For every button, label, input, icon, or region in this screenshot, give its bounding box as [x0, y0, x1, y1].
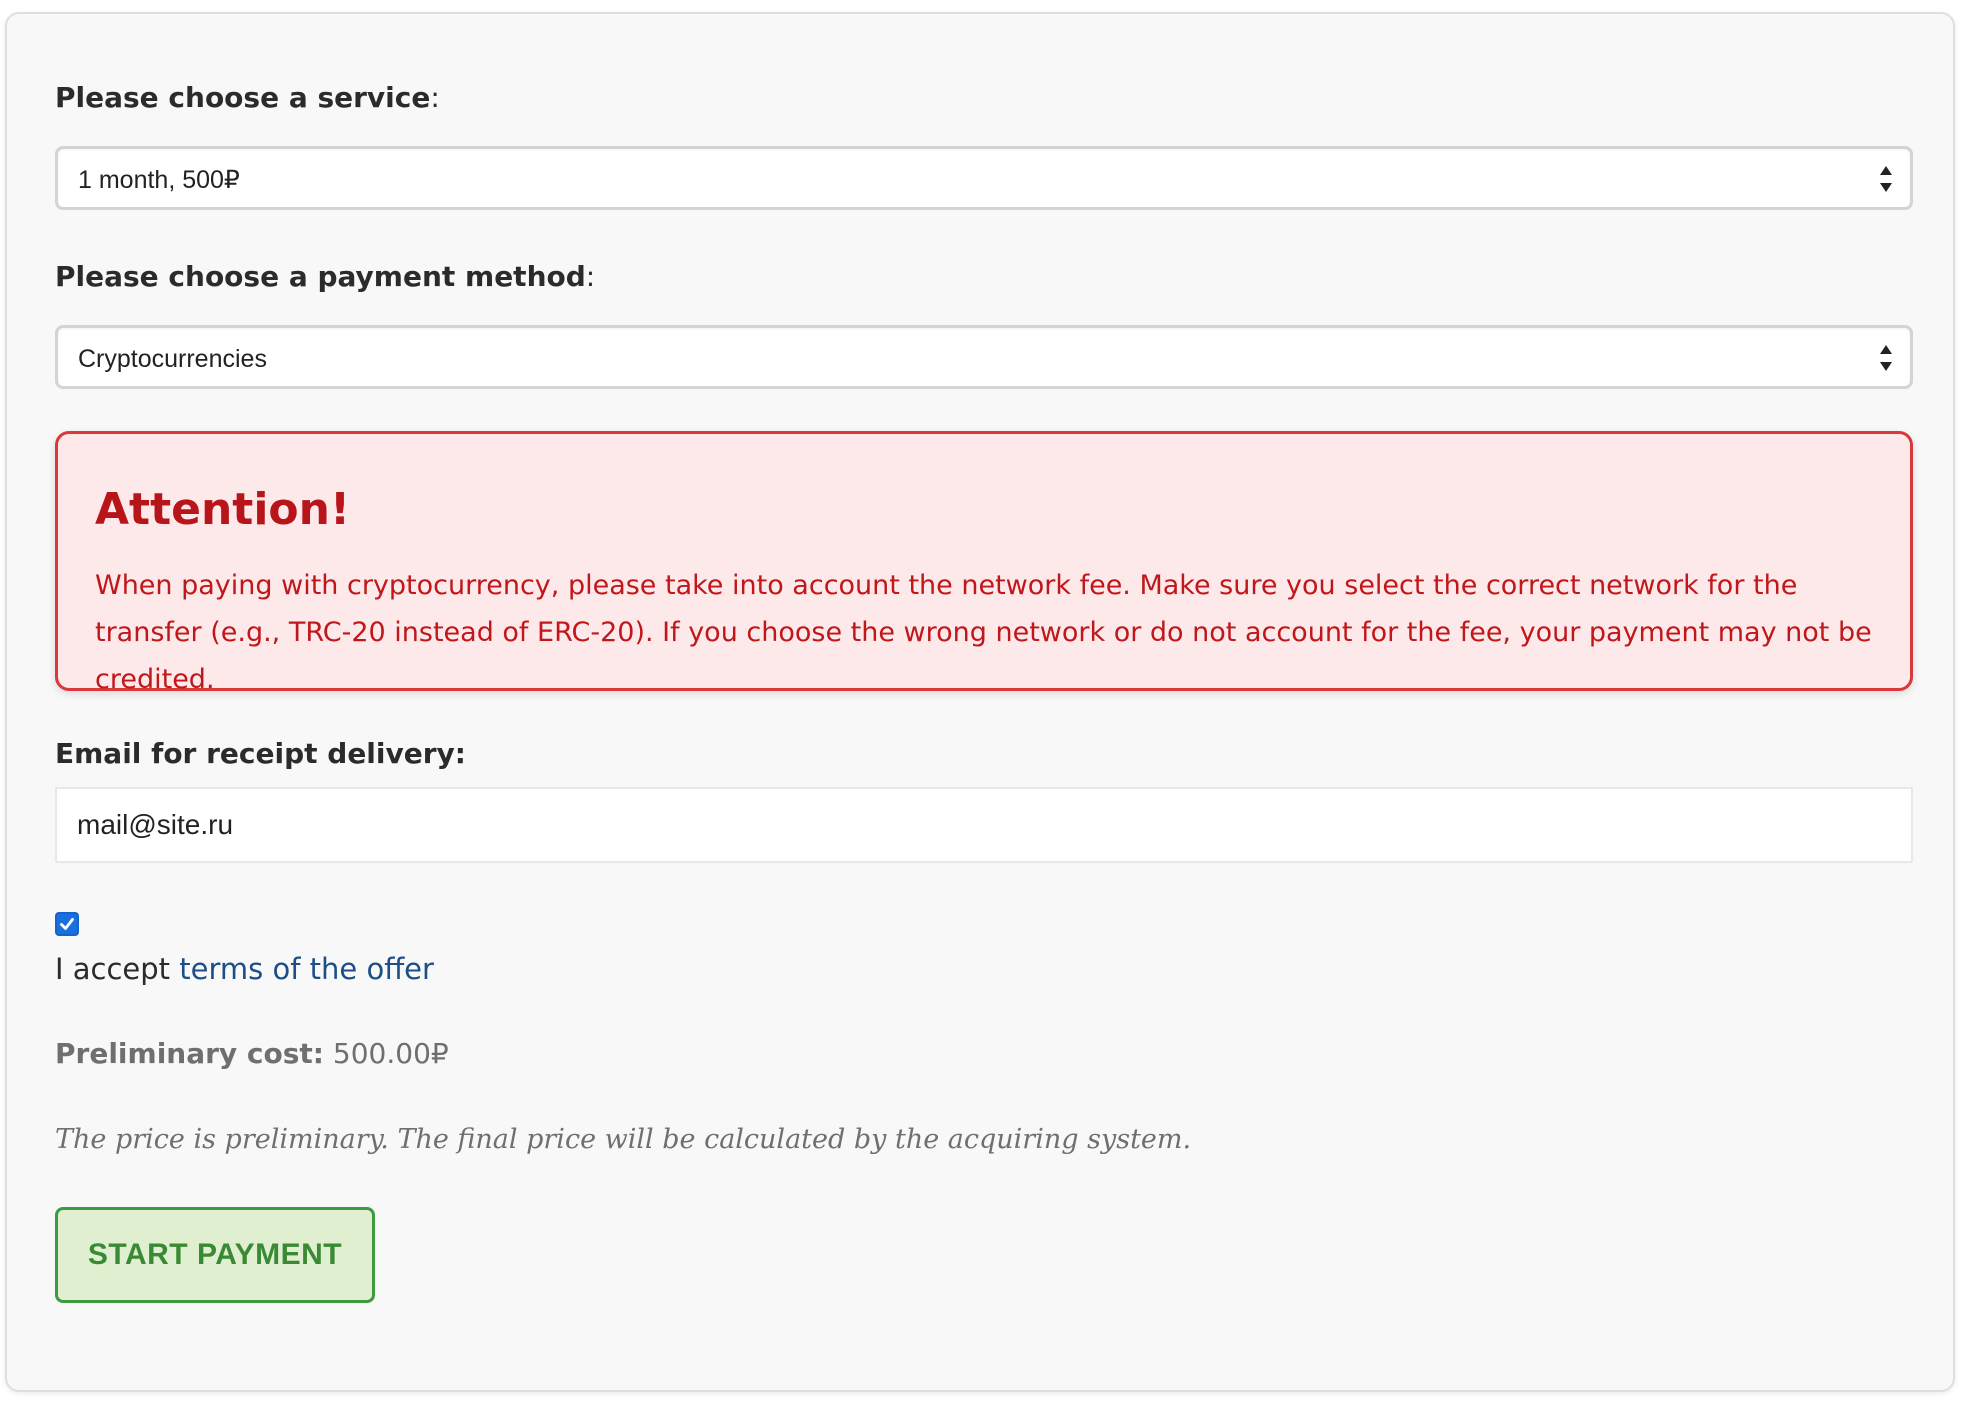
payment-form-card: Please choose a service: 1 month, 500₽ P… — [5, 12, 1955, 1392]
crypto-warning-alert: Attention! When paying with cryptocurren… — [55, 431, 1913, 695]
email-label: Email for receipt delivery: — [55, 737, 467, 770]
up-down-arrows-icon — [1878, 163, 1894, 195]
accept-terms-text: I accept terms of the offer — [55, 952, 434, 986]
alert-message: When paying with cryptocurrency, please … — [95, 570, 1872, 695]
email-input[interactable] — [55, 787, 1913, 863]
checkmark-icon — [60, 918, 74, 930]
service-label: Please choose a service: — [55, 81, 440, 114]
payment-method-select[interactable]: Cryptocurrencies — [55, 325, 1913, 389]
payment-method-select-value: Cryptocurrencies — [78, 345, 267, 373]
alert-title: Attention! — [95, 484, 351, 535]
payment-method-label: Please choose a payment method: — [55, 260, 596, 293]
up-down-arrows-icon — [1878, 342, 1894, 374]
service-select-value: 1 month, 500₽ — [78, 166, 240, 194]
preliminary-cost-label: Preliminary cost: — [55, 1037, 325, 1070]
preliminary-cost-value: 500.00₽ — [332, 1037, 449, 1070]
start-payment-button[interactable]: START PAYMENT — [55, 1207, 375, 1303]
service-select[interactable]: 1 month, 500₽ — [55, 146, 1913, 210]
preliminary-cost: Preliminary cost: 500.00₽ — [55, 1036, 449, 1072]
terms-of-offer-link[interactable]: terms of the offer — [179, 952, 434, 986]
price-note: The price is preliminary. The final pric… — [55, 1124, 1192, 1155]
accept-terms-checkbox[interactable] — [55, 912, 79, 936]
